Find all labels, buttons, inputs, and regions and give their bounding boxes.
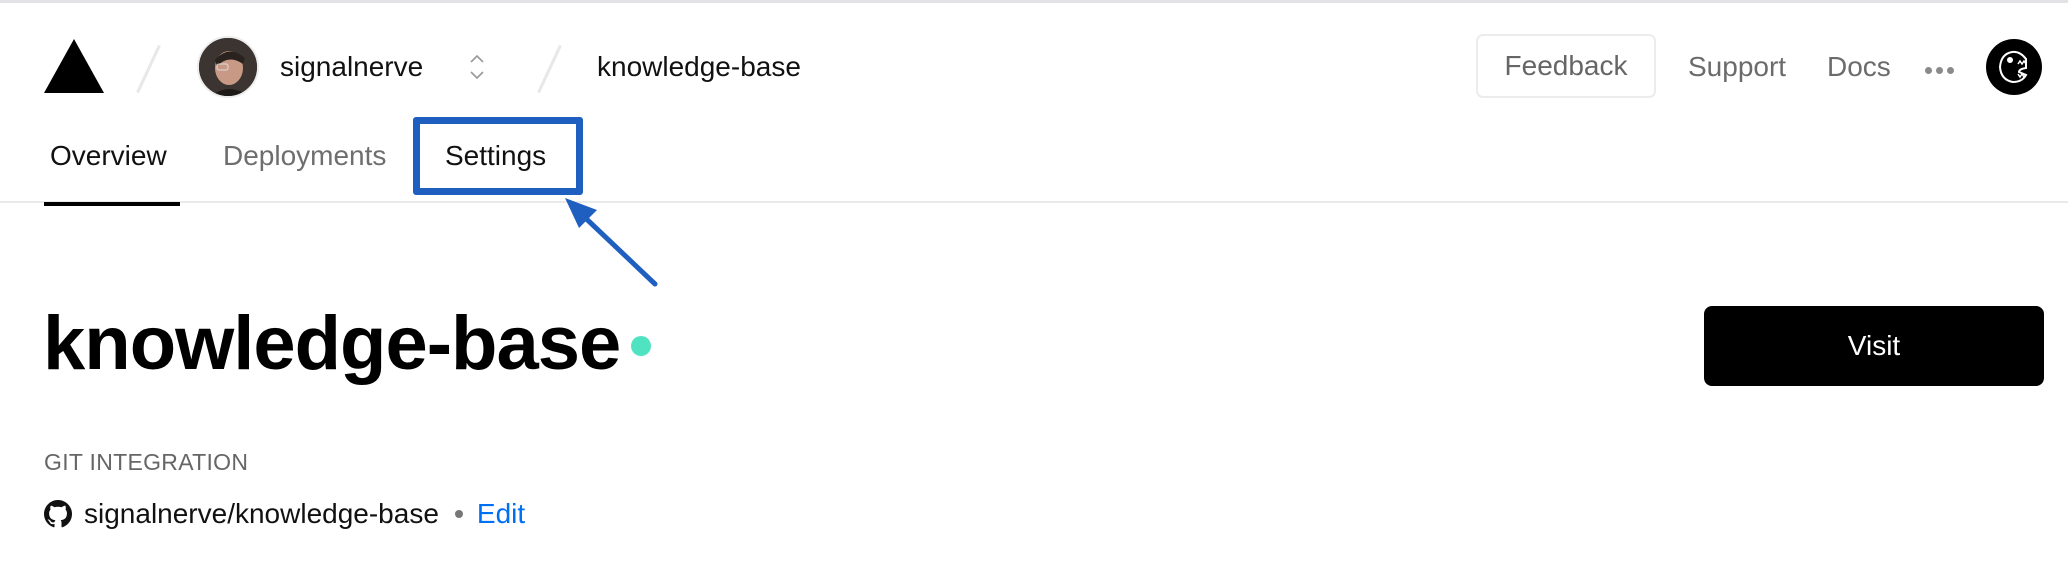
team-avatar[interactable] <box>197 36 259 98</box>
git-repository-row: signalnerve/knowledge-base Edit <box>44 496 525 532</box>
user-avatar[interactable] <box>1986 39 2042 95</box>
active-tab-indicator <box>44 202 180 206</box>
repository-name[interactable]: signalnerve/knowledge-base <box>84 498 439 530</box>
page-title: knowledge-base <box>43 301 621 386</box>
more-options-icon[interactable] <box>1925 67 1954 74</box>
team-name[interactable]: signalnerve <box>280 51 423 83</box>
feedback-button[interactable]: Feedback <box>1476 34 1656 98</box>
separator-dot <box>454 510 463 518</box>
support-link[interactable]: Support <box>1688 51 1786 83</box>
visit-button[interactable]: Visit <box>1704 306 2044 386</box>
annotation-arrow-icon <box>565 198 658 287</box>
vercel-logo-icon[interactable] <box>44 39 104 93</box>
docs-link[interactable]: Docs <box>1827 51 1891 83</box>
breadcrumb-project[interactable]: knowledge-base <box>597 51 801 83</box>
dino-avatar-icon <box>1998 50 2028 84</box>
breadcrumb-separator <box>136 44 161 94</box>
edit-git-link[interactable]: Edit <box>477 498 525 530</box>
github-icon <box>44 500 72 528</box>
breadcrumb-separator <box>537 44 562 94</box>
chevron-up-down-icon[interactable] <box>467 52 487 82</box>
tab-overview[interactable]: Overview <box>50 140 167 172</box>
git-integration-label: GIT INTEGRATION <box>44 449 249 475</box>
tab-deployments[interactable]: Deployments <box>223 140 386 172</box>
tab-settings[interactable]: Settings <box>445 140 546 172</box>
status-indicator <box>631 336 651 356</box>
top-navigation: signalnerve knowledge-base Feedback Supp… <box>0 3 2068 206</box>
